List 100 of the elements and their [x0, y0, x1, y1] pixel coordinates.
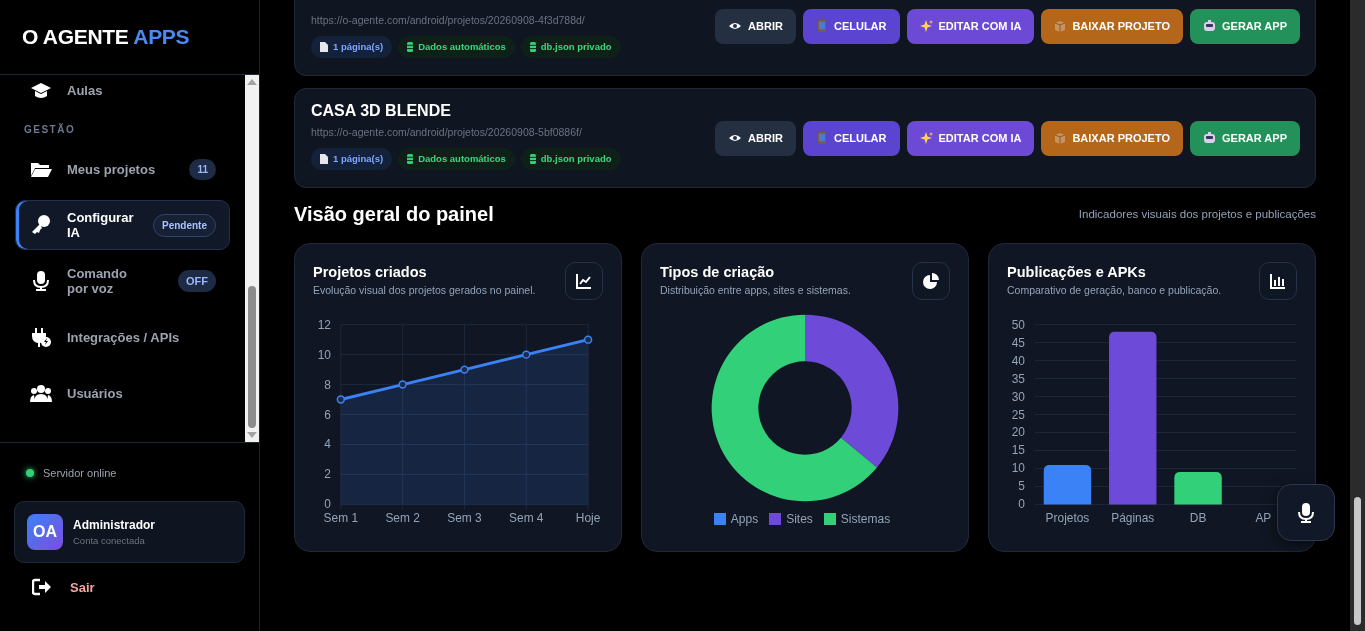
phone-icon	[815, 132, 828, 144]
chart-title: Projetos criados	[313, 264, 428, 280]
pie-chart-icon	[922, 272, 940, 290]
data-point	[336, 395, 346, 404]
account-status: Conta conectada	[73, 535, 146, 546]
tick-label: AP	[1255, 511, 1272, 526]
users-icon	[30, 383, 52, 403]
cylinder-icon	[529, 154, 536, 164]
chart-subtitle: Evolução visual dos projetos gerados no painel.	[313, 284, 536, 296]
tick-label: 0	[1018, 497, 1025, 512]
tick-label: Sem 2	[385, 511, 420, 526]
project-url: https://o-agente.com/android/projetos/20260908-5bf0886f/	[311, 126, 583, 138]
status-badge: Pendente	[153, 213, 216, 237]
chart-type-button[interactable]	[565, 262, 603, 300]
action-button[interactable]: CELULAR	[802, 8, 900, 44]
tick-label: DB	[1189, 511, 1207, 526]
robot-icon	[1203, 20, 1216, 32]
sparkle-icon	[919, 132, 933, 144]
tick-label: 12	[317, 317, 331, 332]
bar-chart-icon	[1269, 272, 1287, 290]
tick-label: 15	[1011, 443, 1025, 458]
nav-label: Meus projetos	[67, 161, 157, 177]
page-scrollbar[interactable]	[1350, 0, 1365, 631]
action-button[interactable]: ABRIR	[715, 120, 796, 156]
chart-title: Tipos de criação	[660, 264, 776, 280]
exit-icon	[32, 578, 52, 596]
user-card[interactable]: OA Administrador Conta conectada	[14, 501, 245, 563]
folder-icon	[30, 160, 52, 178]
app-logo: O AGENTE APPS	[22, 25, 190, 49]
phone-icon	[815, 20, 828, 32]
tick-label: 25	[1011, 407, 1025, 422]
section-subtitle: Indicadores visuais dos projetos e publicações	[1078, 208, 1316, 220]
data-point	[522, 350, 531, 359]
key-icon	[30, 214, 52, 236]
cylinder-icon	[407, 154, 414, 164]
voice-button[interactable]	[1277, 484, 1335, 541]
action-button[interactable]: ABRIR	[715, 8, 796, 44]
nav-label: Aulas	[67, 82, 104, 98]
chart-subtitle: Comparativo de geração, banco e publicação.	[1007, 284, 1222, 296]
data-point	[460, 365, 469, 374]
info-tag: db.json privado	[520, 148, 621, 170]
box-icon	[1054, 131, 1067, 145]
nav-label: Integrações / APIs	[67, 329, 181, 345]
legend-label: Apps	[730, 512, 759, 526]
action-button[interactable]: BAIXAR PROJETO	[1041, 120, 1183, 156]
info-tag: 1 página(s)	[311, 148, 393, 170]
logout-link[interactable]: Sair	[14, 576, 245, 598]
scrollbar[interactable]	[245, 75, 259, 442]
tick-label: Páginas	[1111, 511, 1155, 526]
tick-label: 2	[324, 467, 331, 482]
project-title: CASA 3D BLENDE	[311, 102, 452, 120]
section-title: Visão geral do painel	[294, 202, 494, 226]
action-button[interactable]: EDITAR COM IA	[906, 8, 1035, 44]
nav-item[interactable]: Configurar IA Pendente	[15, 200, 230, 250]
tick-label: 10	[1011, 461, 1025, 476]
tick-label: 8	[324, 377, 331, 392]
tick-label: 30	[1011, 389, 1025, 404]
action-button[interactable]: BAIXAR PROJETO	[1041, 8, 1183, 44]
info-tag: db.json privado	[520, 36, 621, 58]
nav-item[interactable]: Aulas	[15, 75, 230, 105]
nav-item[interactable]: Meus projetos 11	[15, 144, 230, 194]
tick-label: Projetos	[1045, 511, 1090, 526]
legend-label: Sistemas	[840, 512, 891, 526]
nav-item[interactable]: Integrações / APIs	[15, 312, 230, 362]
action-button[interactable]: CELULAR	[802, 120, 900, 156]
info-tag: Dados automáticos	[398, 148, 515, 170]
chart-subtitle: Distribuição entre apps, sites e sistemas.	[660, 284, 851, 296]
tick-label: 10	[317, 347, 331, 362]
eye-icon	[728, 20, 743, 32]
tick-label: 45	[1011, 335, 1025, 350]
tick-label: 0	[324, 497, 331, 512]
cap-icon	[30, 81, 52, 99]
nav-label: Configurar IA	[67, 210, 135, 240]
info-tag: Dados automáticos	[398, 36, 515, 58]
toggle-badge: OFF	[178, 270, 216, 292]
eye-icon	[728, 132, 743, 144]
nav-item[interactable]: Usuários	[15, 368, 230, 418]
tick-label: 6	[324, 407, 331, 422]
tick-label: Sem 4	[509, 511, 544, 526]
server-status: Servidor online	[43, 467, 117, 479]
info-tag: 1 página(s)	[311, 36, 393, 58]
chart-title: Publicações e APKs	[1007, 264, 1147, 280]
tick-label: 4	[324, 437, 331, 452]
data-point	[398, 380, 407, 389]
robot-icon	[1203, 132, 1216, 144]
chart-type-button[interactable]	[912, 262, 950, 300]
chart-type-button[interactable]	[1259, 262, 1297, 300]
cylinder-icon	[529, 42, 536, 52]
tick-label: Sem 1	[323, 511, 358, 526]
action-button[interactable]: GERAR APP	[1190, 8, 1300, 44]
action-button[interactable]: EDITAR COM IA	[906, 120, 1035, 156]
action-button[interactable]: GERAR APP	[1190, 120, 1300, 156]
section-heading: GESTÃO	[23, 122, 77, 137]
microphone-icon	[1297, 502, 1315, 523]
nav-item[interactable]: Comando por voz OFF	[15, 256, 230, 306]
box-icon	[1054, 19, 1067, 33]
page-icon	[320, 154, 328, 164]
tick-label: Hoje	[575, 511, 601, 526]
tick-label: 35	[1011, 371, 1025, 386]
microphone-icon	[31, 270, 51, 292]
